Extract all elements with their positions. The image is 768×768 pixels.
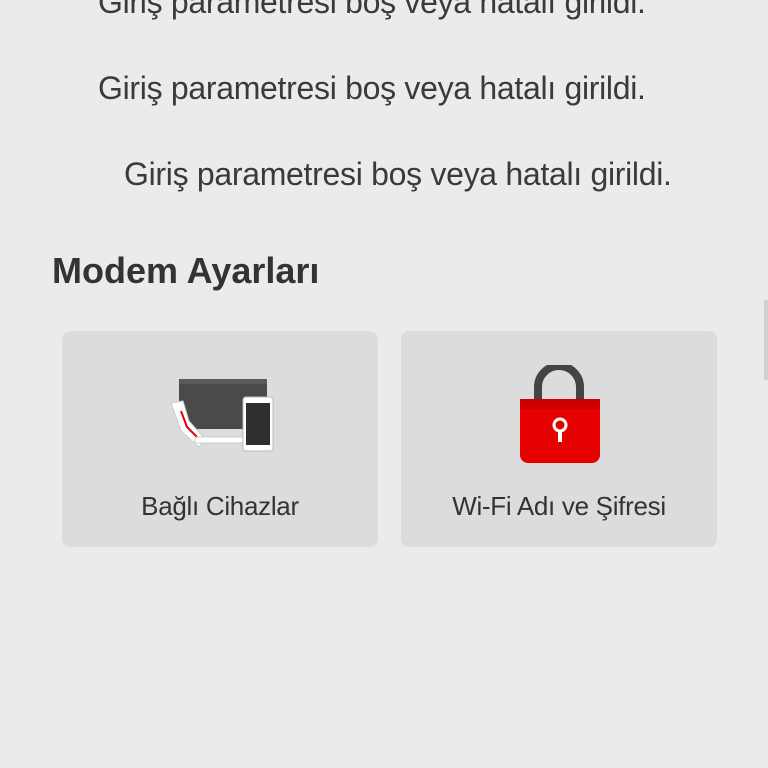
- error-message: Giriş parametresi boş veya hatalı girild…: [98, 0, 646, 20]
- error-message: Giriş parametresi boş veya hatalı girild…: [124, 156, 672, 192]
- error-message: Giriş parametresi boş veya hatalı girild…: [98, 70, 646, 106]
- scrollbar[interactable]: [764, 300, 768, 380]
- section-title: Modem Ayarları: [52, 250, 320, 291]
- wifi-name-password-card[interactable]: Wi-Fi Adı ve Şifresi: [401, 331, 717, 547]
- connected-devices-icon: [165, 365, 275, 462]
- padlock-icon: [514, 362, 604, 474]
- wifi-name-password-label: Wi-Fi Adı ve Şifresi: [452, 491, 666, 521]
- screen: Giriş parametresi boş veya hatalı girild…: [0, 0, 768, 768]
- connected-devices-label: Bağlı Cihazlar: [141, 491, 299, 521]
- connected-devices-card[interactable]: Bağlı Cihazlar: [62, 331, 378, 547]
